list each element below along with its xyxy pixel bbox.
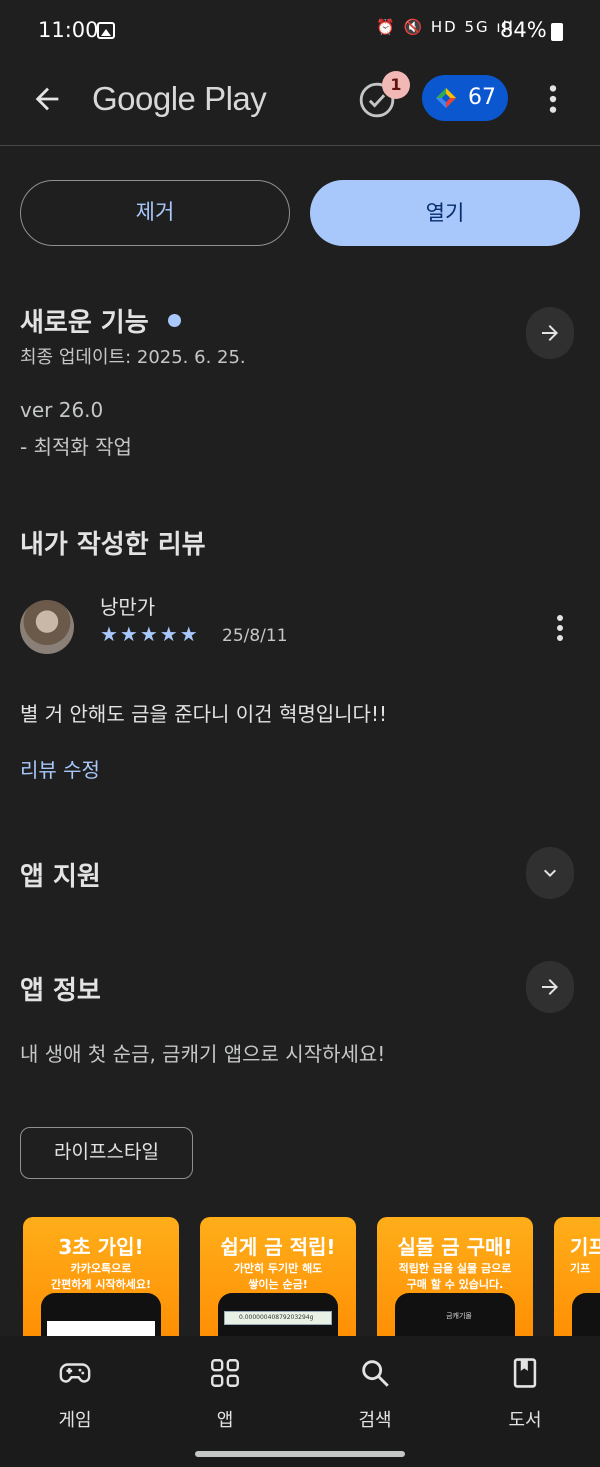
battery-icon [551, 23, 563, 41]
screenshot-subtitle: 기프 [562, 1261, 600, 1277]
status-indicators: ⏰ 🔇 HD 5G ıll [376, 18, 515, 36]
nav-apps[interactable]: 앱 [150, 1336, 300, 1436]
whats-new-arrow-button[interactable] [526, 307, 574, 359]
app-info-arrow-button[interactable] [526, 961, 574, 1013]
reviewer-name: 낭만가 [100, 595, 156, 619]
app-description: 내 생애 첫 순금, 금캐기 앱으로 시작하세요! [20, 1042, 386, 1066]
review-text: 별 거 안해도 금을 준다니 이건 혁명입니다!! [20, 702, 387, 726]
screenshot-headline: 기프 [570, 1235, 600, 1259]
category-chip[interactable]: 라이프스타일 [20, 1127, 193, 1179]
screenshot-subtitle: 가만히 두기만 해도 쌓이는 순금! [208, 1261, 348, 1293]
status-time: 11:00 [38, 18, 99, 42]
avatar [20, 600, 74, 654]
last-updated: 최종 업데이트: 2025. 6. 25. [20, 347, 246, 368]
nav-games-label: 게임 [58, 1410, 92, 1431]
nav-books-label: 도서 [508, 1410, 542, 1431]
my-review-title: 내가 작성한 리뷰 [20, 530, 206, 560]
screenshot-headline: 쉽게 금 적립! [220, 1235, 336, 1259]
screenshot-subtitle-line: 구매 할 수 있습니다. [406, 1278, 504, 1291]
chevron-down-icon [544, 869, 556, 877]
nav-games[interactable]: 게임 [0, 1336, 150, 1436]
screenshot-subtitle: 카카오톡으로 간편하게 시작하세요! [31, 1261, 171, 1293]
open-button[interactable]: 열기 [310, 180, 580, 246]
gesture-home-bar[interactable] [195, 1451, 405, 1457]
screenshot-subtitle-line: 가만히 두기만 해도 [233, 1262, 323, 1275]
screenshot-subtitle: 적립한 금을 실물 금으로 구매 할 수 있습니다. [385, 1261, 525, 1293]
screenshot-subtitle-line: 쌓이는 순금! [248, 1278, 308, 1291]
review-date: 25/8/11 [222, 626, 288, 646]
nav-search[interactable]: 검색 [300, 1336, 450, 1436]
app-support-expand-button[interactable] [526, 847, 574, 899]
review-more-vert-icon[interactable] [548, 612, 572, 644]
phone-gold-balance: 0.00000040879203294g [224, 1311, 332, 1325]
screenshot-subtitle-line: 간편하게 시작하세요! [51, 1278, 151, 1291]
version-text: ver 26.0 [20, 398, 104, 422]
star-rating: ★★★★★ [100, 622, 200, 646]
google-play-logo-text: Google Play [92, 80, 267, 117]
screenshot-headline: 3초 가입! [58, 1235, 144, 1259]
release-notes: - 최적화 작업 [20, 435, 132, 459]
search-icon [362, 1360, 389, 1387]
nav-search-label: 검색 [358, 1410, 392, 1431]
screenshot-headline: 실물 금 구매! [397, 1235, 513, 1259]
screenshot-subtitle-line: 카카오톡으로 [70, 1262, 132, 1275]
uninstall-button[interactable]: 제거 [20, 180, 290, 246]
nav-apps-label: 앱 [216, 1410, 234, 1431]
gamepad-icon [59, 1363, 91, 1383]
arrow-right-icon [542, 979, 558, 995]
book-icon [513, 1358, 537, 1388]
battery-percent: 84% [500, 18, 547, 42]
nav-books[interactable]: 도서 [450, 1336, 600, 1436]
app-info-title: 앱 정보 [20, 976, 101, 1006]
apps-grid-icon [211, 1359, 239, 1387]
status-bar: 11:00 ⏰ 🔇 HD 5G ıll 84% [0, 0, 600, 62]
edit-review-link[interactable]: 리뷰 수정 [20, 754, 100, 783]
screenshot-subtitle-line: 기프 [570, 1262, 591, 1275]
play-points-gem-icon [436, 88, 456, 108]
whats-new-title: 새로운 기능 [20, 308, 149, 338]
phone-mall-title: 금캐기몰 [446, 1312, 472, 1320]
arrow-right-icon [542, 325, 558, 341]
screenshot-subtitle-line: 적립한 금을 실물 금으로 [398, 1262, 512, 1275]
play-points-button[interactable]: 67 [422, 75, 508, 121]
app-support-title[interactable]: 앱 지원 [20, 856, 101, 893]
back-arrow-icon[interactable] [30, 82, 64, 116]
play-points-count: 67 [468, 85, 496, 110]
gallery-notification-icon [97, 22, 115, 39]
notification-badge: 1 [382, 71, 410, 99]
top-app-bar: Google Play 1 67 [0, 62, 600, 146]
more-vert-icon[interactable] [540, 82, 566, 116]
new-dot-indicator [168, 314, 181, 327]
bottom-navigation: 게임 앱 검색 도서 [0, 1336, 600, 1467]
